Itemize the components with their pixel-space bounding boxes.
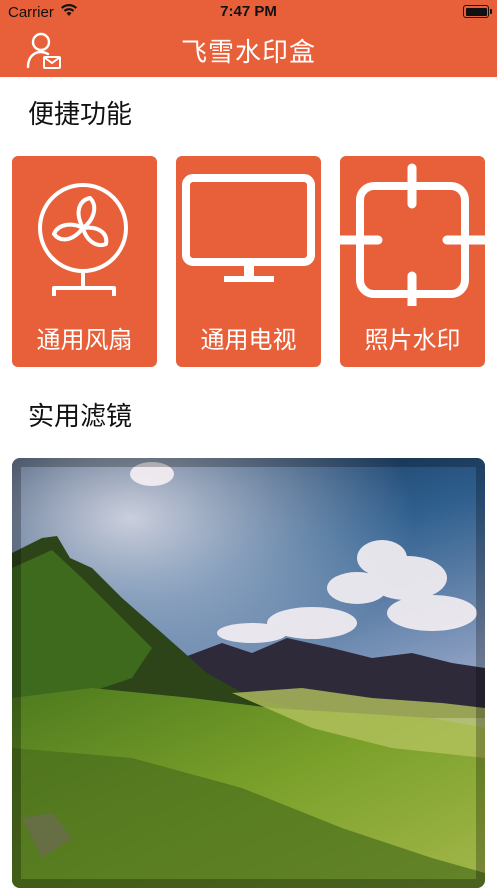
status-time: 7:47 PM [220, 3, 277, 20]
nav-title: 飞雪水印盒 [180, 38, 316, 68]
landscape-image [12, 458, 485, 888]
tile-label: 通用电视 [200, 326, 297, 354]
monitor-icon [182, 174, 315, 282]
tile-label: 照片水印 [364, 326, 461, 354]
tile-label: 通用风扇 [36, 326, 133, 354]
tile-watermark[interactable]: 照片水印 [340, 156, 485, 367]
status-bar: Carrier 7:47 PM [0, 0, 497, 24]
fan-icon [38, 183, 128, 296]
section-title-quick: 便捷功能 [28, 100, 133, 130]
tile-tv[interactable]: 通用电视 [176, 156, 321, 367]
crop-frame-icon [340, 163, 485, 306]
filter-preview-image[interactable] [12, 458, 485, 888]
battery-icon [463, 5, 492, 18]
section-title-filters: 实用滤镜 [28, 402, 133, 432]
tile-fan[interactable]: 通用风扇 [12, 156, 157, 367]
top-bar: Carrier 7:47 PM 飞雪水印盒 [0, 0, 497, 77]
feature-tiles: 通用风扇 通用电视 照片水印 [12, 156, 485, 367]
